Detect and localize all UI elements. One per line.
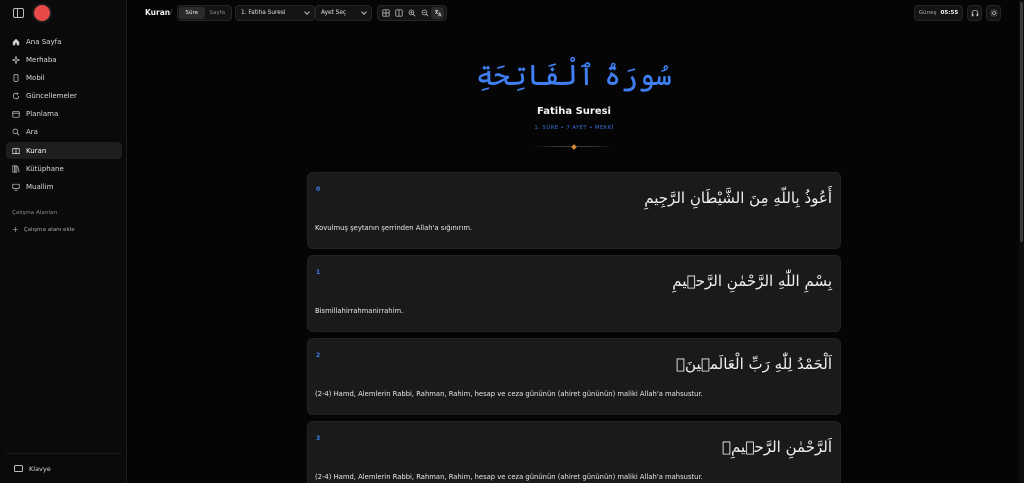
zoom-out-icon bbox=[421, 9, 428, 17]
ayet-select[interactable]: Ayet Seç bbox=[315, 5, 372, 21]
headphones-icon bbox=[971, 9, 978, 17]
sidebar-item-label: Kütüphane bbox=[26, 164, 64, 173]
home-icon bbox=[12, 38, 20, 46]
verse-card[interactable]: 3 اَلرَّحْمٰنِ الرَّح۪يمِۙ (2-4) Hamd, A… bbox=[307, 421, 841, 483]
plus-icon: + bbox=[12, 225, 19, 234]
verse-arabic: بِسْمِ اللّٰهِ الرَّحْمٰنِ الرَّح۪يمِ bbox=[672, 272, 832, 290]
verse-arabic: أَعُوذُ بِاللّهِ مِنَ الشَّيْطَانِ الرَّ… bbox=[644, 189, 832, 207]
sparkle-icon bbox=[12, 55, 20, 64]
surah-arabic-title: سُورَةُ ٱلْفَاتِحَةِ bbox=[475, 58, 673, 92]
ayet-select-value: Ayet Seç bbox=[321, 10, 347, 16]
view-tools bbox=[377, 5, 447, 21]
verse-number: 1 bbox=[316, 269, 321, 276]
sidebar-header bbox=[0, 0, 126, 26]
tab-sure[interactable]: Sûre bbox=[179, 7, 205, 19]
sidebar-item-kutuphane[interactable]: Kütüphane bbox=[6, 160, 122, 177]
phone-icon bbox=[12, 74, 20, 82]
chevron-down-icon bbox=[304, 9, 310, 15]
sidebar-item-merhaba[interactable]: Merhaba bbox=[6, 51, 122, 68]
zoom-in-icon bbox=[408, 9, 415, 17]
sidebar-item-guncellemeler[interactable]: Güncellemeler bbox=[6, 88, 122, 105]
library-icon bbox=[12, 165, 20, 173]
scrollbar-thumb[interactable] bbox=[1020, 2, 1023, 242]
chevron-down-icon bbox=[361, 9, 367, 15]
sidebar-item-planlama[interactable]: Planlama bbox=[6, 106, 122, 123]
divider-ornament-icon bbox=[570, 143, 577, 150]
zoom-in-button[interactable] bbox=[405, 7, 418, 19]
columns-view-button[interactable] bbox=[392, 7, 405, 19]
audio-button[interactable] bbox=[967, 5, 982, 21]
sun-icon bbox=[989, 9, 998, 17]
surah-name: Fatiha Suresi bbox=[537, 106, 611, 117]
grid-icon bbox=[381, 9, 390, 17]
page-title: Kuran bbox=[145, 8, 171, 17]
avatar[interactable] bbox=[34, 5, 50, 21]
verse-number: 0 bbox=[316, 186, 321, 193]
verse-translation: (2-4) Hamd, Alemlerin Rabbi, Rahman, Rah… bbox=[315, 473, 703, 481]
translate-button[interactable] bbox=[431, 7, 444, 19]
add-workspace-button[interactable]: + Çalışma alanı ekle bbox=[12, 225, 75, 234]
sun-time-badge[interactable]: Güneş 05:55 bbox=[914, 5, 963, 21]
sidebar-toggle-icon[interactable] bbox=[13, 8, 24, 18]
sidebar-nav: Ana Sayfa Merhaba Mobil Güncellemeler Pl… bbox=[6, 33, 122, 197]
calendar-icon bbox=[12, 110, 20, 118]
surah-meta: 1. SÛRE • 7 AYET • MEKKÎ bbox=[534, 125, 614, 131]
sidebar: Ana Sayfa Merhaba Mobil Güncellemeler Pl… bbox=[0, 0, 127, 483]
breadcrumb-separator: / bbox=[170, 8, 173, 16]
theme-button[interactable] bbox=[986, 5, 1001, 21]
sidebar-item-label: Ana Sayfa bbox=[26, 37, 62, 46]
sidebar-item-label: Muallim bbox=[26, 183, 54, 191]
verse-card[interactable]: 2 اَلْحَمْدُ لِلّٰهِ رَبِّ الْعَالَم۪ينَ… bbox=[307, 338, 841, 415]
sidebar-item-ana-sayfa[interactable]: Ana Sayfa bbox=[6, 33, 122, 50]
verse-translation: Kovulmuş şeytanın şerrinden Allah'a sığı… bbox=[315, 224, 473, 232]
zoom-out-button[interactable] bbox=[418, 7, 431, 19]
search-icon bbox=[12, 128, 20, 136]
book-icon bbox=[12, 147, 20, 155]
sidebar-item-label: Kuran bbox=[26, 146, 47, 155]
verse-translation: (2-4) Hamd, Alemlerin Rabbi, Rahman, Rah… bbox=[315, 390, 703, 398]
sidebar-item-label: Güncellemeler bbox=[26, 92, 77, 101]
verse-arabic: اَلْحَمْدُ لِلّٰهِ رَبِّ الْعَالَم۪ينَۙ bbox=[676, 355, 832, 373]
sidebar-item-label: Mobil bbox=[26, 73, 45, 82]
grid-view-button[interactable] bbox=[379, 7, 392, 19]
sidebar-item-label: Merhaba bbox=[26, 55, 57, 64]
verse-arabic: اَلرَّحْمٰنِ الرَّح۪يمِۙ bbox=[722, 438, 832, 456]
surah-select-value: 1. Fatiha Suresi bbox=[241, 10, 286, 16]
tab-sayfa[interactable]: Sayfa bbox=[205, 7, 231, 19]
verse-list: 0 أَعُوذُ بِاللّهِ مِنَ الشَّيْطَانِ الر… bbox=[307, 172, 841, 483]
columns-icon bbox=[394, 9, 403, 17]
sidebar-item-label: Ara bbox=[26, 128, 38, 137]
keyboard-label: Klavye bbox=[29, 464, 51, 473]
sidebar-item-muallim[interactable]: Muallim bbox=[6, 179, 122, 196]
verse-card[interactable]: 0 أَعُوذُ بِاللّهِ مِنَ الشَّيْطَانِ الر… bbox=[307, 172, 841, 249]
sidebar-item-mobil[interactable]: Mobil bbox=[6, 69, 122, 86]
sidebar-item-label: Planlama bbox=[26, 110, 59, 119]
sidebar-item-ara[interactable]: Ara bbox=[6, 124, 122, 141]
sun-label: Güneş bbox=[918, 10, 937, 16]
verse-card[interactable]: 1 بِسْمِ اللّٰهِ الرَّحْمٰنِ الرَّح۪يمِ … bbox=[307, 255, 841, 332]
workspaces-title: Çalışma Alanları bbox=[12, 210, 58, 216]
keyboard-button[interactable]: Klavye bbox=[6, 453, 122, 483]
verse-number: 3 bbox=[316, 435, 321, 442]
add-workspace-label: Çalışma alanı ekle bbox=[23, 226, 75, 233]
teacher-icon bbox=[12, 183, 20, 191]
keyboard-icon bbox=[14, 465, 23, 472]
refresh-icon bbox=[12, 92, 20, 100]
surah-select[interactable]: 1. Fatiha Suresi bbox=[235, 5, 315, 21]
mode-switch: Sûre Sayfa bbox=[177, 5, 232, 21]
sidebar-item-kuran[interactable]: Kuran bbox=[6, 142, 122, 160]
translate-icon bbox=[434, 9, 441, 17]
verse-number: 2 bbox=[316, 352, 321, 359]
verse-translation: Bismillahirrahmanirrahim. bbox=[315, 307, 404, 315]
sun-time: 05:55 bbox=[940, 10, 959, 16]
